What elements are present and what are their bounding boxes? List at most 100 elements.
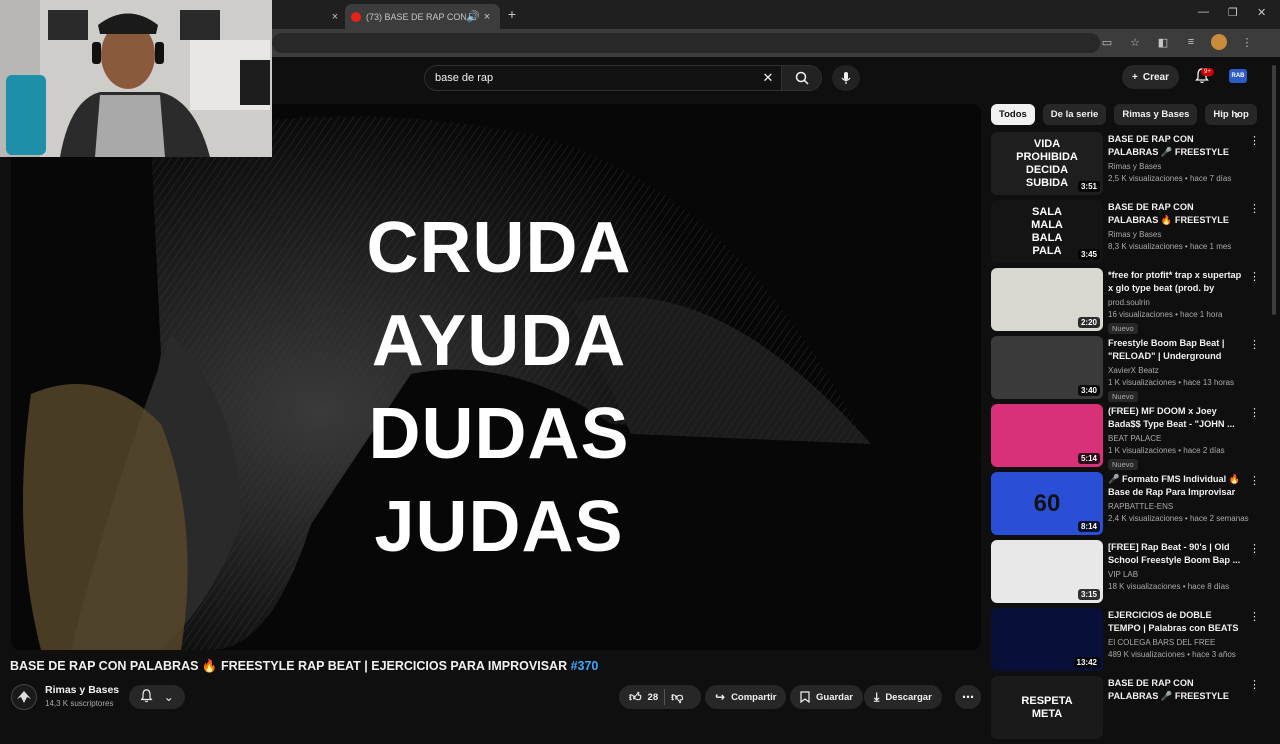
save-button[interactable]: Guardar xyxy=(790,685,863,709)
close-icon[interactable]: × xyxy=(480,10,494,24)
recommendation-thumbnail[interactable]: RESPETA META xyxy=(991,676,1103,739)
duration-badge: 3:45 xyxy=(1077,249,1100,260)
channel-avatar[interactable] xyxy=(11,684,37,710)
browser-tab-inactive[interactable]: × xyxy=(272,4,342,29)
recommendation-thumbnail[interactable]: 3:40 xyxy=(991,336,1103,399)
recommendation-title[interactable]: BASE DE RAP CON PALABRAS 🔥 FREESTYLE RAP… xyxy=(1108,201,1243,227)
recommendation-title[interactable]: EJERCICIOS de DOBLE TEMPO | Palabras con… xyxy=(1108,609,1243,635)
recommendation-item[interactable]: 3:15 [FREE] Rap Beat - 90's | Old School … xyxy=(991,540,1261,608)
video-player[interactable]: CRUDA AYUDA DUDAS JUDAS xyxy=(11,104,981,650)
duration-badge: 5:14 xyxy=(1077,453,1100,464)
thumbnail-word: MALA xyxy=(1031,218,1063,231)
new-badge: Nuevo xyxy=(1108,323,1138,334)
channel-name[interactable]: Rimas y Bases xyxy=(45,684,119,696)
recommendation-item[interactable]: RESPETA META BASE DE RAP CON PALABRAS 🎤 FR… xyxy=(991,676,1261,744)
recommendation-channel[interactable]: Rimas y Bases xyxy=(1108,230,1161,239)
recommendation-title[interactable]: [FREE] Rap Beat - 90's | Old School Free… xyxy=(1108,541,1243,567)
chip-channel[interactable]: Rimas y Bases xyxy=(1114,104,1198,125)
recommendation-channel[interactable]: El COLEGA BARS DEL FREE xyxy=(1108,638,1215,647)
window-close-icon[interactable]: ✕ xyxy=(1257,6,1266,19)
thumbnail-text: RESPETA META xyxy=(991,676,1103,739)
recommendation-title[interactable]: BASE DE RAP CON PALABRAS 🎤 FREESTYLE RAP… xyxy=(1108,677,1243,703)
recommendation-item[interactable]: VIDA PROHIBIDA DECIDA SUBIDA 3:51 BASE DE RAP… xyxy=(991,132,1261,200)
subscription-button[interactable]: ⌄ xyxy=(129,685,185,709)
new-badge: Nuevo xyxy=(1108,459,1138,470)
page-scrollbar[interactable] xyxy=(1272,65,1276,315)
more-vertical-icon[interactable]: ⋮ xyxy=(1249,270,1260,283)
recommendation-channel[interactable]: RAPBATTLE-ENS xyxy=(1108,502,1173,511)
recommendation-thumbnail[interactable]: 3:15 xyxy=(991,540,1103,603)
menu-kebab-icon[interactable]: ⋮ xyxy=(1239,34,1255,50)
recommendation-thumbnail[interactable]: SALA MALA BALA PALA 3:45 xyxy=(991,200,1103,263)
download-button[interactable]: ⤓ Descargar xyxy=(864,685,942,709)
thumbs-down-icon[interactable]: 👎︎ xyxy=(671,690,683,705)
recommendation-title[interactable]: Freestyle Boom Bap Beat | "RELOAD" | Und… xyxy=(1108,337,1243,363)
more-vertical-icon[interactable]: ⋮ xyxy=(1249,134,1260,147)
recommendation-title[interactable]: *free for ptofit* trap x supertap x glo … xyxy=(1108,269,1243,295)
video-hashtag[interactable]: #370 xyxy=(571,659,599,673)
star-icon[interactable]: ☆ xyxy=(1127,34,1143,50)
thumbs-up-icon[interactable]: 👍︎ xyxy=(629,690,642,705)
account-avatar[interactable]: RAB xyxy=(1229,69,1247,83)
more-vertical-icon[interactable]: ⋮ xyxy=(1249,610,1260,623)
recommendation-channel[interactable]: prod.soulrin xyxy=(1108,298,1150,307)
more-actions-button[interactable]: ⋯ xyxy=(955,685,981,709)
recommendation-thumbnail[interactable]: VIDA PROHIBIDA DECIDA SUBIDA 3:51 xyxy=(991,132,1103,195)
recommendation-item[interactable]: 5:14 (FREE) MF DOOM x Joey Bada$$ Type Be… xyxy=(991,404,1261,472)
minimize-icon[interactable]: — xyxy=(1198,6,1209,18)
recommendation-thumbnail[interactable]: 2:20 xyxy=(991,268,1103,331)
browser-tab-active[interactable]: (73) BASE DE RAP CON PALABRAS 🔊 × xyxy=(345,4,500,29)
recommendation-item[interactable]: SALA MALA BALA PALA 3:45 BASE DE RAP CON PALA… xyxy=(991,200,1261,268)
recommendation-channel[interactable]: BEAT PALACE xyxy=(1108,434,1161,443)
bell-icon xyxy=(140,688,153,706)
recommendation-thumbnail[interactable]: 60 8:14 xyxy=(991,472,1103,535)
speaker-icon[interactable]: 🔊 xyxy=(466,10,480,24)
duration-badge: 3:40 xyxy=(1077,385,1100,396)
cast-icon[interactable]: ▭ xyxy=(1099,34,1115,50)
recommendation-item[interactable]: 13:42 EJERCICIOS de DOBLE TEMPO | Palabra… xyxy=(991,608,1261,676)
maximize-icon[interactable]: ❐ xyxy=(1228,6,1238,19)
share-button[interactable]: ↪ Compartir xyxy=(705,685,787,709)
recommendation-thumbnail[interactable]: 13:42 xyxy=(991,608,1103,671)
like-dislike-button[interactable]: 👍︎ 28 👎︎ xyxy=(619,685,701,709)
youtube-favicon-icon xyxy=(351,11,361,22)
new-tab-icon[interactable]: + xyxy=(505,6,519,22)
chip-hip-hop[interactable]: Hip hop xyxy=(1205,104,1257,125)
recommendation-item[interactable]: 60 8:14 🎤 Formato FMS Individual 🔥 Base de… xyxy=(991,472,1261,540)
thumbnail-word: PROHIBIDA xyxy=(1016,150,1078,163)
more-vertical-icon[interactable]: ⋮ xyxy=(1249,406,1260,419)
recommendation-thumbnail[interactable]: 5:14 xyxy=(991,404,1103,467)
subscriber-count: 14,3 K suscriptores xyxy=(45,699,114,708)
chip-series[interactable]: De la serie xyxy=(1042,104,1107,125)
more-vertical-icon[interactable]: ⋮ xyxy=(1249,202,1260,215)
recommendation-title[interactable]: (FREE) MF DOOM x Joey Bada$$ Type Beat -… xyxy=(1108,405,1243,431)
search-icon[interactable] xyxy=(781,66,821,90)
address-field[interactable] xyxy=(272,33,1100,53)
more-vertical-icon[interactable]: ⋮ xyxy=(1249,542,1260,555)
recommendation-item[interactable]: 3:40 Freestyle Boom Bap Beat | "RELOAD" |… xyxy=(991,336,1261,404)
chevron-right-icon[interactable]: › xyxy=(1235,107,1239,122)
more-vertical-icon[interactable]: ⋮ xyxy=(1249,338,1260,351)
more-vertical-icon[interactable]: ⋮ xyxy=(1249,474,1260,487)
chip-all[interactable]: Todos xyxy=(991,104,1035,125)
extensions-icon[interactable]: ◧ xyxy=(1155,34,1171,50)
recommendation-meta: 1 K visualizaciones • hace 13 horas xyxy=(1108,378,1234,387)
save-label: Guardar xyxy=(816,691,853,703)
create-button[interactable]: + Crear xyxy=(1122,65,1179,89)
recommendation-channel[interactable]: XavierX Beatz xyxy=(1108,366,1159,375)
clear-icon[interactable]: ✕ xyxy=(755,66,781,90)
recommendation-title[interactable]: BASE DE RAP CON PALABRAS 🎤 FREESTYLE RAP… xyxy=(1108,133,1243,159)
duration-badge: 3:51 xyxy=(1077,181,1100,192)
recommendation-meta: 16 visualizaciones • hace 1 hora xyxy=(1108,310,1223,319)
recommendation-item[interactable]: 2:20 *free for ptofit* trap x supertap x … xyxy=(991,268,1261,336)
recommendation-channel[interactable]: VIP LAB xyxy=(1108,570,1138,579)
recommendation-title[interactable]: 🎤 Formato FMS Individual 🔥 Base de Rap P… xyxy=(1108,473,1243,499)
profile-avatar[interactable] xyxy=(1211,34,1227,50)
more-vertical-icon[interactable]: ⋮ xyxy=(1249,678,1260,691)
reading-list-icon[interactable]: ≡ xyxy=(1183,34,1199,50)
microphone-icon[interactable] xyxy=(832,65,860,91)
close-icon[interactable]: × xyxy=(328,10,342,24)
new-badge: Nuevo xyxy=(1108,391,1138,402)
search-input[interactable] xyxy=(425,72,755,84)
recommendation-channel[interactable]: Rimas y Bases xyxy=(1108,162,1161,171)
